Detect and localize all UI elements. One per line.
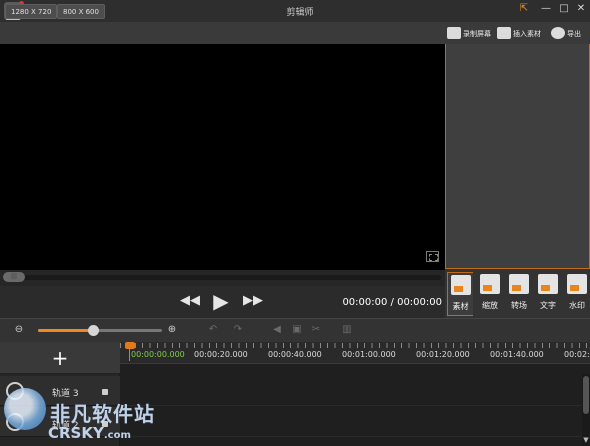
resolution-1280-button[interactable]: 1280 X 720 [5,4,58,19]
zoom-slider-fill [38,329,94,332]
seek-track[interactable] [4,275,441,280]
track-lane[interactable] [120,376,582,406]
maximize-button[interactable]: □ [557,2,571,16]
ruler-label: 00:00:40.000 [268,350,322,359]
seek-thumb[interactable]: ||| [3,272,25,282]
crop-icon[interactable]: ▣ [290,323,304,337]
scrollbar-thumb[interactable] [583,376,589,414]
mute-icon[interactable]: ◀ [270,323,284,337]
playhead[interactable] [125,342,135,349]
ruler-label: 00:01:20.000 [416,350,470,359]
playhead-line [129,349,130,361]
play-icon[interactable]: ▶ [210,290,232,312]
watermark-brand: 非凡软件站 [50,402,155,426]
insert-media-button[interactable]: 插入素材 [497,26,541,42]
undo-icon[interactable]: ↶ [206,323,220,337]
stamp-icon [567,274,587,294]
cut-icon[interactable]: ✂ [309,323,323,337]
time-display: 00:00:00 / 00:00:00 [342,297,442,308]
tab-zoom[interactable]: 缩放 [476,272,504,316]
ruler-ticks [120,343,590,348]
watermark-site: CRSKY.com [48,424,131,442]
ruler-label: 00:01:40.000 [490,350,544,359]
minimize-button[interactable]: — [539,2,553,16]
film-reel-icon [551,27,565,39]
media-icon [450,275,471,295]
fast-forward-icon[interactable]: ▶▶ [243,290,263,312]
video-preview[interactable] [0,44,445,270]
ruler-label: 00:00:20.000 [194,350,248,359]
insert-icon [497,27,511,39]
app-title: 剪辑师 [286,8,314,18]
redo-icon[interactable]: ↷ [231,323,245,337]
resolution-800-button[interactable]: 800 X 600 [57,4,105,19]
record-screen-button[interactable]: 录制屏幕 [447,26,491,42]
camera-icon [447,27,461,39]
track-lane[interactable] [120,407,582,437]
zoom-effect-icon [480,274,500,294]
close-button[interactable]: ✕ [574,2,588,16]
skin-icon[interactable]: ⇱ [517,2,531,16]
transition-icon [509,274,529,294]
add-track-button[interactable]: + [0,342,120,374]
tab-text[interactable]: 文字 [534,272,562,316]
zoom-in-icon[interactable]: ⊕ [165,323,179,337]
ruler-label: 00:01:00.000 [342,350,396,359]
export-button[interactable]: 导出 [551,26,581,42]
pencil-icon [538,274,558,294]
tab-transition[interactable]: 转场 [505,272,533,316]
tab-watermark[interactable]: 水印 [563,272,590,316]
delete-icon[interactable]: ▥ [340,323,354,337]
fullscreen-icon[interactable] [426,251,439,262]
ruler-label: 00:00:00.000 [131,350,185,359]
watermark-logo [4,388,46,430]
scroll-down-icon[interactable]: ▼ [582,436,590,446]
rewind-icon[interactable]: ◀◀ [180,290,200,312]
ruler-label: 00:02: [564,350,590,359]
preview-toolbar [0,22,445,44]
tab-material[interactable]: 素材 [447,272,473,316]
media-library-panel[interactable] [445,44,590,268]
lock-icon[interactable] [102,389,108,395]
zoom-out-icon[interactable]: ⊖ [12,323,26,337]
